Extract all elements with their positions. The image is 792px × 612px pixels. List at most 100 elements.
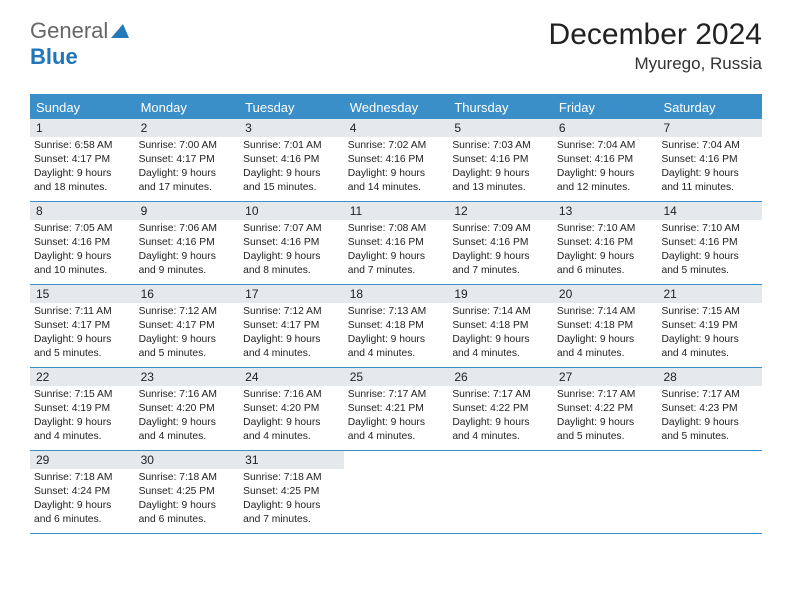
day-number: 17: [239, 285, 344, 303]
weekday-label: Tuesday: [239, 96, 344, 119]
day-sunrise: Sunrise: 7:11 AM: [34, 305, 131, 319]
day-sunrise: Sunrise: 7:04 AM: [557, 139, 654, 153]
day-sunrise: Sunrise: 7:05 AM: [34, 222, 131, 236]
day-daylight2: and 6 minutes.: [139, 513, 236, 527]
day-daylight2: and 4 minutes.: [243, 430, 340, 444]
day-daylight2: and 4 minutes.: [661, 347, 758, 361]
logo-text-general: General: [30, 18, 108, 43]
day-daylight1: Daylight: 9 hours: [348, 250, 445, 264]
day-daylight2: and 15 minutes.: [243, 181, 340, 195]
day-sunrise: Sunrise: 7:13 AM: [348, 305, 445, 319]
day-number: 13: [553, 202, 658, 220]
week-row: 8Sunrise: 7:05 AMSunset: 4:16 PMDaylight…: [30, 202, 762, 285]
day-daylight2: and 10 minutes.: [34, 264, 131, 278]
day-sunrise: Sunrise: 7:10 AM: [661, 222, 758, 236]
day-sunrise: Sunrise: 7:14 AM: [452, 305, 549, 319]
day-number: 21: [657, 285, 762, 303]
day-daylight1: Daylight: 9 hours: [139, 416, 236, 430]
day-daylight1: Daylight: 9 hours: [34, 499, 131, 513]
day-daylight2: and 7 minutes.: [348, 264, 445, 278]
title-block: December 2024 Myurego, Russia: [549, 18, 762, 74]
day-daylight1: Daylight: 9 hours: [348, 416, 445, 430]
day-daylight1: Daylight: 9 hours: [139, 167, 236, 181]
day-number: 22: [30, 368, 135, 386]
day-cell: 10Sunrise: 7:07 AMSunset: 4:16 PMDayligh…: [239, 202, 344, 284]
day-sunrise: Sunrise: 7:18 AM: [243, 471, 340, 485]
day-number: 8: [30, 202, 135, 220]
day-sunset: Sunset: 4:17 PM: [34, 319, 131, 333]
day-sunrise: Sunrise: 7:00 AM: [139, 139, 236, 153]
day-sunset: Sunset: 4:21 PM: [348, 402, 445, 416]
day-daylight1: Daylight: 9 hours: [139, 250, 236, 264]
day-daylight1: Daylight: 9 hours: [243, 333, 340, 347]
day-sunrise: Sunrise: 7:16 AM: [139, 388, 236, 402]
header: General Blue December 2024 Myurego, Russ…: [30, 18, 762, 74]
day-cell: 25Sunrise: 7:17 AMSunset: 4:21 PMDayligh…: [344, 368, 449, 450]
day-number: 26: [448, 368, 553, 386]
day-daylight1: Daylight: 9 hours: [452, 416, 549, 430]
day-daylight2: and 4 minutes.: [348, 347, 445, 361]
day-sunrise: Sunrise: 7:17 AM: [661, 388, 758, 402]
calendar: SundayMondayTuesdayWednesdayThursdayFrid…: [30, 94, 762, 534]
day-number: 25: [344, 368, 449, 386]
day-cell: [553, 451, 658, 533]
day-number: 1: [30, 119, 135, 137]
day-sunset: Sunset: 4:16 PM: [348, 153, 445, 167]
day-daylight1: Daylight: 9 hours: [557, 333, 654, 347]
day-sunset: Sunset: 4:17 PM: [139, 153, 236, 167]
day-daylight2: and 13 minutes.: [452, 181, 549, 195]
day-daylight1: Daylight: 9 hours: [348, 333, 445, 347]
day-sunrise: Sunrise: 7:12 AM: [139, 305, 236, 319]
day-daylight1: Daylight: 9 hours: [243, 167, 340, 181]
day-cell: 2Sunrise: 7:00 AMSunset: 4:17 PMDaylight…: [135, 119, 240, 201]
day-cell: 14Sunrise: 7:10 AMSunset: 4:16 PMDayligh…: [657, 202, 762, 284]
week-row: 22Sunrise: 7:15 AMSunset: 4:19 PMDayligh…: [30, 368, 762, 451]
day-cell: 3Sunrise: 7:01 AMSunset: 4:16 PMDaylight…: [239, 119, 344, 201]
day-daylight1: Daylight: 9 hours: [243, 499, 340, 513]
day-daylight1: Daylight: 9 hours: [557, 250, 654, 264]
day-sunrise: Sunrise: 6:58 AM: [34, 139, 131, 153]
day-sunset: Sunset: 4:19 PM: [34, 402, 131, 416]
day-number: 29: [30, 451, 135, 469]
day-cell: 16Sunrise: 7:12 AMSunset: 4:17 PMDayligh…: [135, 285, 240, 367]
day-sunrise: Sunrise: 7:17 AM: [452, 388, 549, 402]
day-sunset: Sunset: 4:24 PM: [34, 485, 131, 499]
day-daylight1: Daylight: 9 hours: [243, 250, 340, 264]
day-number: 19: [448, 285, 553, 303]
day-daylight2: and 4 minutes.: [348, 430, 445, 444]
day-cell: 26 Sunrise: 7:17 AMSunset: 4:22 PMDayligh…: [448, 368, 553, 450]
day-daylight1: Daylight: 9 hours: [34, 167, 131, 181]
day-number: 20: [553, 285, 658, 303]
day-sunset: Sunset: 4:16 PM: [661, 153, 758, 167]
day-cell: 30Sunrise: 7:18 AMSunset: 4:25 PMDayligh…: [135, 451, 240, 533]
day-sunrise: Sunrise: 7:06 AM: [139, 222, 236, 236]
day-cell: 28Sunrise: 7:17 AMSunset: 4:23 PMDayligh…: [657, 368, 762, 450]
day-number: 11: [344, 202, 449, 220]
day-sunrise: Sunrise: 7:04 AM: [661, 139, 758, 153]
day-number: 18: [344, 285, 449, 303]
day-daylight2: and 9 minutes.: [139, 264, 236, 278]
day-number: 6: [553, 119, 658, 137]
day-sunset: Sunset: 4:22 PM: [452, 402, 549, 416]
day-daylight2: and 12 minutes.: [557, 181, 654, 195]
day-cell: 20Sunrise: 7:14 AMSunset: 4:18 PMDayligh…: [553, 285, 658, 367]
week-row: 29Sunrise: 7:18 AMSunset: 4:24 PMDayligh…: [30, 451, 762, 534]
day-sunset: Sunset: 4:16 PM: [348, 236, 445, 250]
day-daylight2: and 4 minutes.: [34, 430, 131, 444]
day-daylight2: and 4 minutes.: [139, 430, 236, 444]
day-cell: [448, 451, 553, 533]
day-cell: 17Sunrise: 7:12 AMSunset: 4:17 PMDayligh…: [239, 285, 344, 367]
day-sunrise: Sunrise: 7:03 AM: [452, 139, 549, 153]
day-sunset: Sunset: 4:17 PM: [243, 319, 340, 333]
day-daylight2: and 4 minutes.: [243, 347, 340, 361]
day-daylight1: Daylight: 9 hours: [34, 333, 131, 347]
day-daylight1: Daylight: 9 hours: [661, 167, 758, 181]
day-daylight2: and 6 minutes.: [34, 513, 131, 527]
day-daylight1: Daylight: 9 hours: [452, 250, 549, 264]
day-cell: 11Sunrise: 7:08 AMSunset: 4:16 PMDayligh…: [344, 202, 449, 284]
day-daylight2: and 4 minutes.: [452, 347, 549, 361]
day-daylight1: Daylight: 9 hours: [661, 416, 758, 430]
day-daylight1: Daylight: 9 hours: [139, 333, 236, 347]
day-sunrise: Sunrise: 7:18 AM: [139, 471, 236, 485]
day-number: 16: [135, 285, 240, 303]
